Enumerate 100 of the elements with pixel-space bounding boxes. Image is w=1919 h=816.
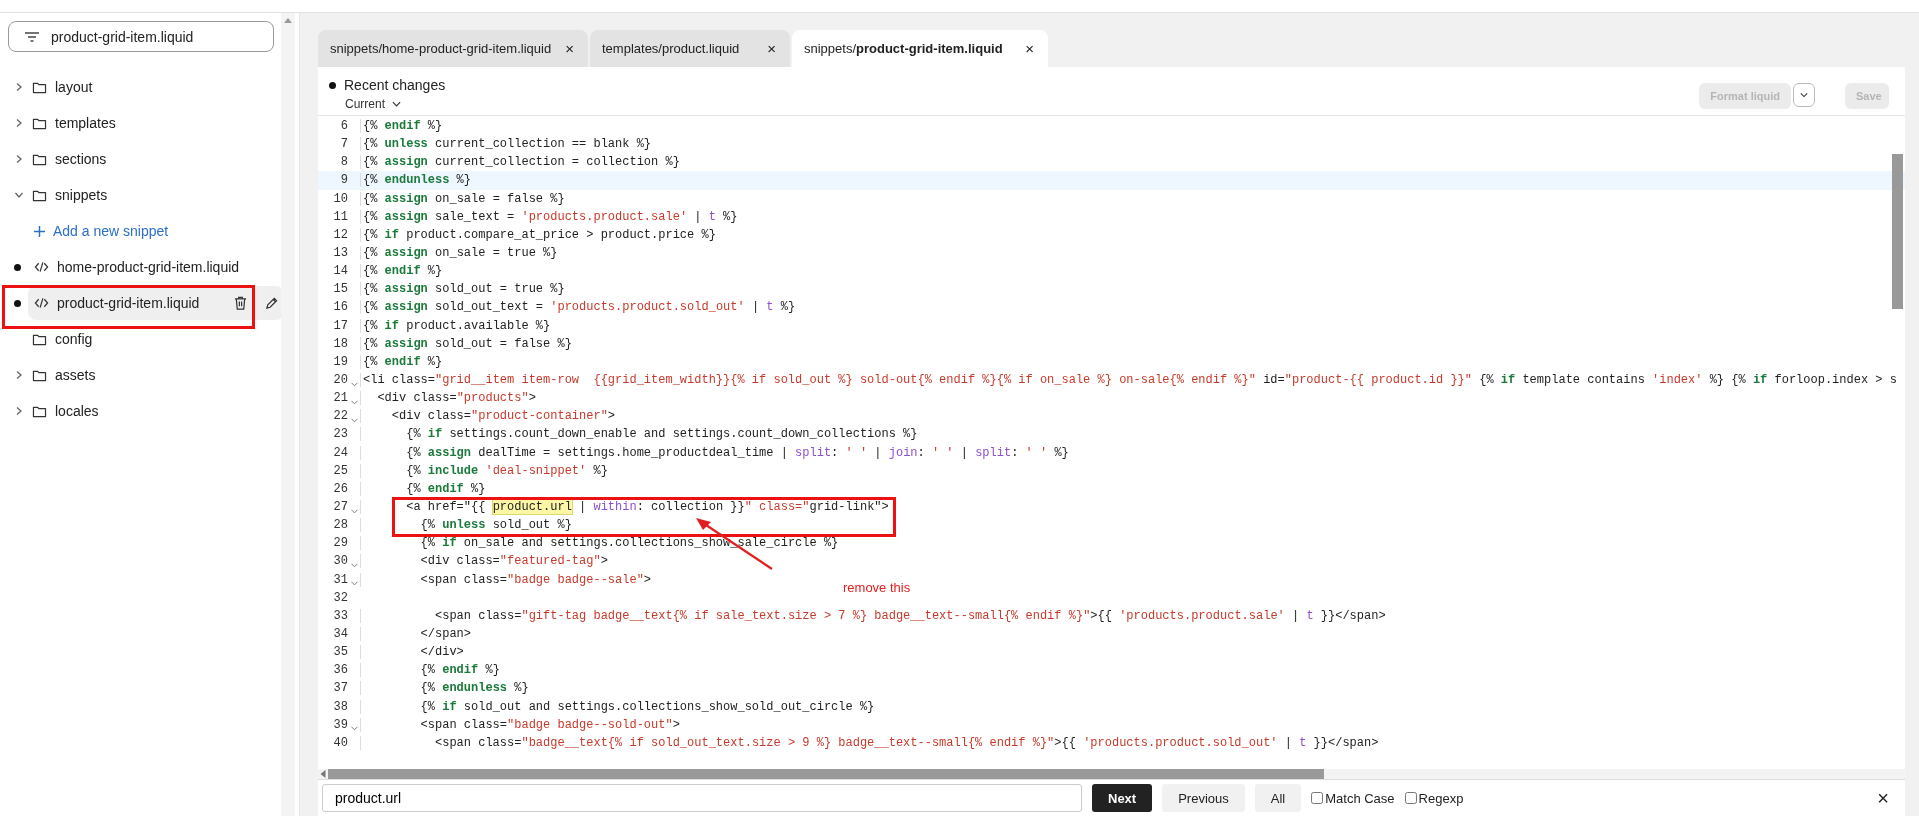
fold-chevron-icon[interactable]	[350, 508, 358, 514]
code-line: <span class="gift-tag badge__text{% if sale_text.size > 7 %} badge__text--small{% endif %}">{{ 'products.product.sale' | t }}</span>	[360, 608, 1386, 623]
line-number: 9	[339, 173, 348, 188]
find-button[interactable]: All	[1254, 784, 1302, 812]
fold-chevron-icon[interactable]	[350, 726, 358, 732]
folder-item[interactable]: layout	[55, 79, 93, 95]
plus-icon[interactable]	[34, 225, 45, 237]
code-line: {% if product.available %}	[360, 318, 551, 333]
chevron-right-icon[interactable]	[14, 154, 24, 164]
add-snippet-link[interactable]: Add a new snippet	[53, 223, 169, 239]
line-number: 37	[332, 681, 348, 696]
file-tab[interactable]: snippets/product-grid-item.liquid ×	[792, 30, 1048, 67]
close-tab-button[interactable]: ×	[765, 40, 778, 57]
code-line: <span class="badge badge--sale">	[360, 572, 652, 587]
sidebar-scrollbar[interactable]	[281, 13, 295, 816]
code-line: {% assign on_sale = true %}	[360, 246, 558, 261]
line-number: 28	[332, 518, 348, 533]
find-button[interactable]: Previous	[1162, 784, 1245, 812]
caret-icon	[392, 101, 401, 107]
fold-chevron-icon[interactable]	[350, 562, 358, 568]
version-dropdown[interactable]: Current	[329, 93, 401, 111]
line-number: 19	[332, 354, 348, 369]
line-number: 6	[339, 119, 348, 134]
line-number: 7	[339, 137, 348, 152]
folder-item[interactable]: assets	[55, 367, 96, 383]
file-item[interactable]: home-product-grid-item.liquid	[28, 250, 284, 284]
option-checkbox[interactable]	[1404, 792, 1417, 804]
pencil-icon[interactable]	[265, 296, 278, 310]
close-find-button[interactable]: ×	[1871, 785, 1895, 811]
code-line: {% endif %}	[360, 264, 443, 279]
folder-item[interactable]: snippets	[55, 187, 108, 203]
fold-chevron-icon[interactable]	[350, 417, 358, 423]
line-number: 12	[332, 227, 348, 242]
code-line: {% endif %}	[360, 354, 443, 369]
code-line: {% assign current_collection = collection %}	[360, 155, 680, 170]
line-number: 18	[332, 336, 348, 351]
code-line: {% assign dealTime = settings.home_productdeal_time | split: ' ' | join: ' ' | split: ' ' %}	[360, 445, 1069, 460]
code-line: </div>	[360, 645, 464, 660]
folder-item[interactable]: sections	[55, 151, 107, 167]
code-line: <div class="products">	[360, 391, 536, 406]
option-checkbox[interactable]	[1311, 792, 1324, 804]
code-line: {% if settings.count_down_enable and settings.count_down_collections %}	[360, 427, 918, 442]
code-line: {% assign sold_out = true %}	[360, 282, 565, 297]
line-number: 10	[332, 191, 348, 206]
folder-item[interactable]: templates	[55, 115, 116, 131]
scroll-up-icon[interactable]	[284, 18, 292, 23]
code-line: {% include 'deal-snippet' %}	[360, 463, 608, 478]
line-number: 11	[332, 209, 348, 224]
code-line: <span class="badge__text{% if sold_out_text.size > 9 %} badge__text--small{% endif %}">{{ 'products.product.sold_out' | t }}</span>	[360, 735, 1379, 750]
line-number: 34	[332, 627, 348, 641]
line-number: 24	[332, 445, 348, 460]
fold-chevron-icon[interactable]	[350, 381, 358, 387]
annotation-note: remove this	[843, 580, 911, 595]
horizontal-scrollbar-thumb[interactable]	[328, 769, 1324, 779]
scrollbar-thumb[interactable]	[1892, 154, 1903, 309]
code-line: {% endif %}	[360, 481, 486, 496]
code-icon	[34, 297, 49, 309]
chevron-right-icon[interactable]	[14, 370, 24, 380]
folder-item[interactable]: config	[55, 331, 93, 347]
folder-icon	[32, 116, 47, 130]
folder-icon	[32, 188, 47, 202]
file-item[interactable]: product-grid-item.liquid	[28, 286, 284, 320]
folder-icon	[32, 80, 47, 94]
fold-chevron-icon[interactable]	[350, 581, 358, 587]
scroll-left-icon[interactable]	[318, 770, 328, 778]
chevron-right-icon[interactable]	[14, 118, 24, 128]
code-line: {% if product.compare_at_price > product.price %}	[360, 227, 716, 242]
find-button[interactable]: Next	[1092, 784, 1153, 812]
line-number: 25	[332, 463, 348, 478]
code-line: {% unless current_collection == blank %}	[360, 137, 652, 152]
format-options-button[interactable]	[1793, 83, 1815, 107]
close-tab-button[interactable]: ×	[1023, 40, 1036, 57]
line-number: 36	[332, 663, 348, 678]
close-tab-button[interactable]: ×	[563, 40, 576, 57]
line-number: 8	[339, 155, 348, 170]
folder-item[interactable]: locales	[55, 403, 99, 419]
file-tab[interactable]: snippets/home-product-grid-item.liquid ×	[318, 30, 588, 67]
line-number: 27	[332, 500, 348, 514]
line-number: 20	[332, 373, 348, 388]
code-line: {% assign sale_text = 'products.product.sale' | t %}	[360, 209, 738, 224]
find-field[interactable]: product.url	[322, 784, 1082, 812]
line-number: 15	[332, 282, 348, 297]
code-line: <div class="product-container">	[360, 409, 616, 424]
line-number: 29	[332, 536, 348, 551]
chevron-right-icon[interactable]	[14, 82, 24, 92]
fold-chevron-icon[interactable]	[350, 399, 358, 405]
chevron-down-icon[interactable]	[14, 190, 24, 200]
line-number: 35	[332, 645, 348, 660]
file-tab[interactable]: templates/product.liquid ×	[590, 30, 790, 67]
trash-icon[interactable]	[234, 296, 247, 310]
file-filter-field[interactable]: product-grid-item.liquid	[8, 21, 274, 52]
line-number: 17	[332, 318, 348, 333]
code-line: <span class="badge badge--sold-out">	[360, 717, 680, 732]
chevron-right-icon[interactable]	[14, 406, 24, 416]
code-line: {% unless sold_out %}	[360, 518, 572, 533]
code-line: <li class="grid__item item-row {{grid_item_width}}{% if sold_out %} sold-out{% endif %}{% if on_sale %} on-sale{% endif %}" id="product-{{ product.id }}" {% if template contains 'index' %} {% if forloop.index > s	[360, 373, 1897, 388]
code-line: {% endif %}	[360, 119, 443, 134]
code-icon	[34, 261, 49, 273]
line-number: 23	[332, 427, 348, 442]
code-line: <div class="featured-tag">	[360, 554, 608, 569]
